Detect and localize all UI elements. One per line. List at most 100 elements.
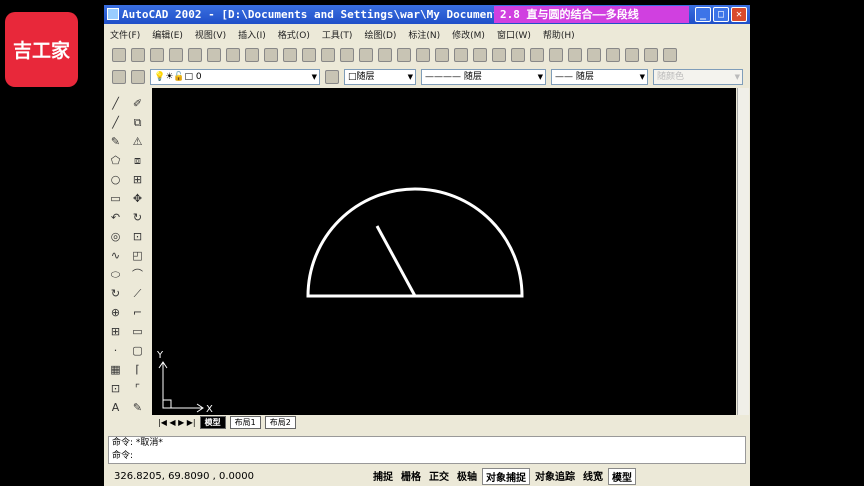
tool-icon[interactable]: A <box>109 400 122 415</box>
tool-icon[interactable]: ⊞ <box>109 324 122 339</box>
tab-layout2[interactable]: 布局2 <box>264 415 296 429</box>
tool-icon[interactable]: ⚠ <box>131 134 144 149</box>
status-toggle[interactable]: 对象捕捉 <box>482 467 530 485</box>
tool-icon[interactable]: ⧈ <box>131 153 144 168</box>
menu-item[interactable]: 插入(I) <box>238 28 266 41</box>
menu-item[interactable]: 绘图(D) <box>364 28 396 41</box>
tool-icon[interactable]: ⊡ <box>109 381 122 396</box>
toolbar-tool-icon[interactable] <box>340 48 354 62</box>
toolbar-tool-icon[interactable] <box>416 48 430 62</box>
vertical-scrollbar[interactable] <box>737 88 749 415</box>
tool-icon[interactable]: ◎ <box>109 229 122 244</box>
toolbar-tool-icon[interactable] <box>568 48 582 62</box>
tool-icon[interactable]: ⟋ <box>131 286 144 301</box>
toolbar-tool-icon[interactable] <box>245 48 259 62</box>
tool-icon[interactable]: ▭ <box>131 324 144 339</box>
tool-icon[interactable]: ▭ <box>109 191 122 206</box>
menu-item[interactable]: 编辑(E) <box>152 28 183 41</box>
toolbar-tool-icon[interactable] <box>625 48 639 62</box>
tool-icon[interactable]: ⌈ <box>131 362 144 377</box>
menu-item[interactable]: 窗口(W) <box>497 28 531 41</box>
layer-manager-icon[interactable] <box>112 70 126 84</box>
toolbar-tool-icon[interactable] <box>112 48 126 62</box>
toolbar-tool-icon[interactable] <box>549 48 563 62</box>
menu-item[interactable]: 标注(N) <box>408 28 440 41</box>
tool-icon[interactable]: ◰ <box>131 248 144 263</box>
toolbar-tool-icon[interactable] <box>283 48 297 62</box>
tool-icon[interactable]: · <box>109 343 122 358</box>
menu-item[interactable]: 文件(F) <box>110 28 140 41</box>
tool-icon[interactable]: ⬭ <box>109 267 122 282</box>
tool-icon[interactable]: ⬠ <box>109 153 122 168</box>
toolbar-tool-icon[interactable] <box>131 48 145 62</box>
tab-nav-buttons[interactable]: |◀ ◀ ▶ ▶| <box>158 418 196 427</box>
tool-icon[interactable]: ⌒ <box>131 267 144 282</box>
tool-icon[interactable]: ✥ <box>131 191 144 206</box>
tool-icon[interactable]: ⊡ <box>131 229 144 244</box>
toolbar-tool-icon[interactable] <box>606 48 620 62</box>
toolbar-tool-icon[interactable] <box>492 48 506 62</box>
status-toggle[interactable]: 极轴 <box>454 468 480 485</box>
status-toggle[interactable]: 模型 <box>608 467 636 485</box>
tool-icon[interactable]: ✎ <box>131 400 144 415</box>
toolbar-tool-icon[interactable] <box>511 48 525 62</box>
menu-item[interactable]: 格式(O) <box>278 28 310 41</box>
toolbar-tool-icon[interactable] <box>150 48 164 62</box>
command-prompt[interactable]: 命令: <box>112 450 745 463</box>
tool-icon[interactable]: ⊞ <box>131 172 144 187</box>
layer-previous-icon[interactable] <box>131 70 145 84</box>
tool-icon[interactable]: ⌜ <box>131 381 144 396</box>
toolbar-tool-icon[interactable] <box>397 48 411 62</box>
status-toggle[interactable]: 捕捉 <box>370 468 396 485</box>
tool-icon[interactable]: ⌐ <box>131 305 144 320</box>
toolbar-tool-icon[interactable] <box>226 48 240 62</box>
minimize-button[interactable]: _ <box>695 7 711 22</box>
drawing-area[interactable]: Y X <box>152 88 736 415</box>
toolbar-tool-icon[interactable] <box>435 48 449 62</box>
tool-icon[interactable]: ○ <box>109 172 122 187</box>
tab-model[interactable]: 模型 <box>199 415 226 429</box>
tool-icon[interactable]: ╱ <box>109 96 122 111</box>
tool-icon[interactable]: ↻ <box>109 286 122 301</box>
toolbar-tool-icon[interactable] <box>302 48 316 62</box>
toolbar-tool-icon[interactable] <box>359 48 373 62</box>
toolbar-tool-icon[interactable] <box>644 48 658 62</box>
menu-item[interactable]: 修改(M) <box>452 28 485 41</box>
tool-icon[interactable]: ∿ <box>109 248 122 263</box>
toolbar-tool-icon[interactable] <box>587 48 601 62</box>
toolbar-tool-icon[interactable] <box>378 48 392 62</box>
menu-item[interactable]: 工具(T) <box>322 28 353 41</box>
toolbar-tool-icon[interactable] <box>454 48 468 62</box>
maximize-button[interactable]: □ <box>713 7 729 22</box>
toolbar-tool-icon[interactable] <box>169 48 183 62</box>
tool-icon[interactable]: ↻ <box>131 210 144 225</box>
menu-item[interactable]: 帮助(H) <box>543 28 575 41</box>
toolbar-tool-icon[interactable] <box>188 48 202 62</box>
close-button[interactable]: ✕ <box>731 7 747 22</box>
status-toggle[interactable]: 线宽 <box>580 468 606 485</box>
tool-icon[interactable]: ▢ <box>131 343 144 358</box>
toolbar-tool-icon[interactable] <box>207 48 221 62</box>
menu-item[interactable]: 视图(V) <box>195 28 226 41</box>
tool-icon[interactable]: ⊕ <box>109 305 122 320</box>
tool-icon[interactable]: ✐ <box>131 96 144 111</box>
tab-layout1[interactable]: 布局1 <box>229 415 261 429</box>
toolbar-tool-icon[interactable] <box>473 48 487 62</box>
toolbar-tool-icon[interactable] <box>530 48 544 62</box>
tool-icon[interactable]: ↶ <box>109 210 122 225</box>
color-select[interactable]: □随层 ▼ <box>344 69 416 85</box>
status-toggle[interactable]: 对象追踪 <box>532 468 578 485</box>
tool-icon[interactable]: ▦ <box>109 362 122 377</box>
make-current-icon[interactable] <box>325 70 339 84</box>
layer-select[interactable]: 💡☀🔓□ 0 ▼ <box>150 69 320 85</box>
tool-icon[interactable]: ⧉ <box>131 115 144 130</box>
command-window[interactable]: 命令: *取消* 命令: <box>108 436 746 464</box>
toolbar-tool-icon[interactable] <box>264 48 278 62</box>
status-toggle[interactable]: 正交 <box>426 468 452 485</box>
toolbar-tool-icon[interactable] <box>663 48 677 62</box>
tool-icon[interactable]: ✎ <box>109 134 122 149</box>
toolbar-tool-icon[interactable] <box>321 48 335 62</box>
linetype-select[interactable]: ———— 随层 ▼ <box>421 69 546 85</box>
lineweight-select[interactable]: —— 随层 ▼ <box>551 69 648 85</box>
status-toggle[interactable]: 栅格 <box>398 468 424 485</box>
